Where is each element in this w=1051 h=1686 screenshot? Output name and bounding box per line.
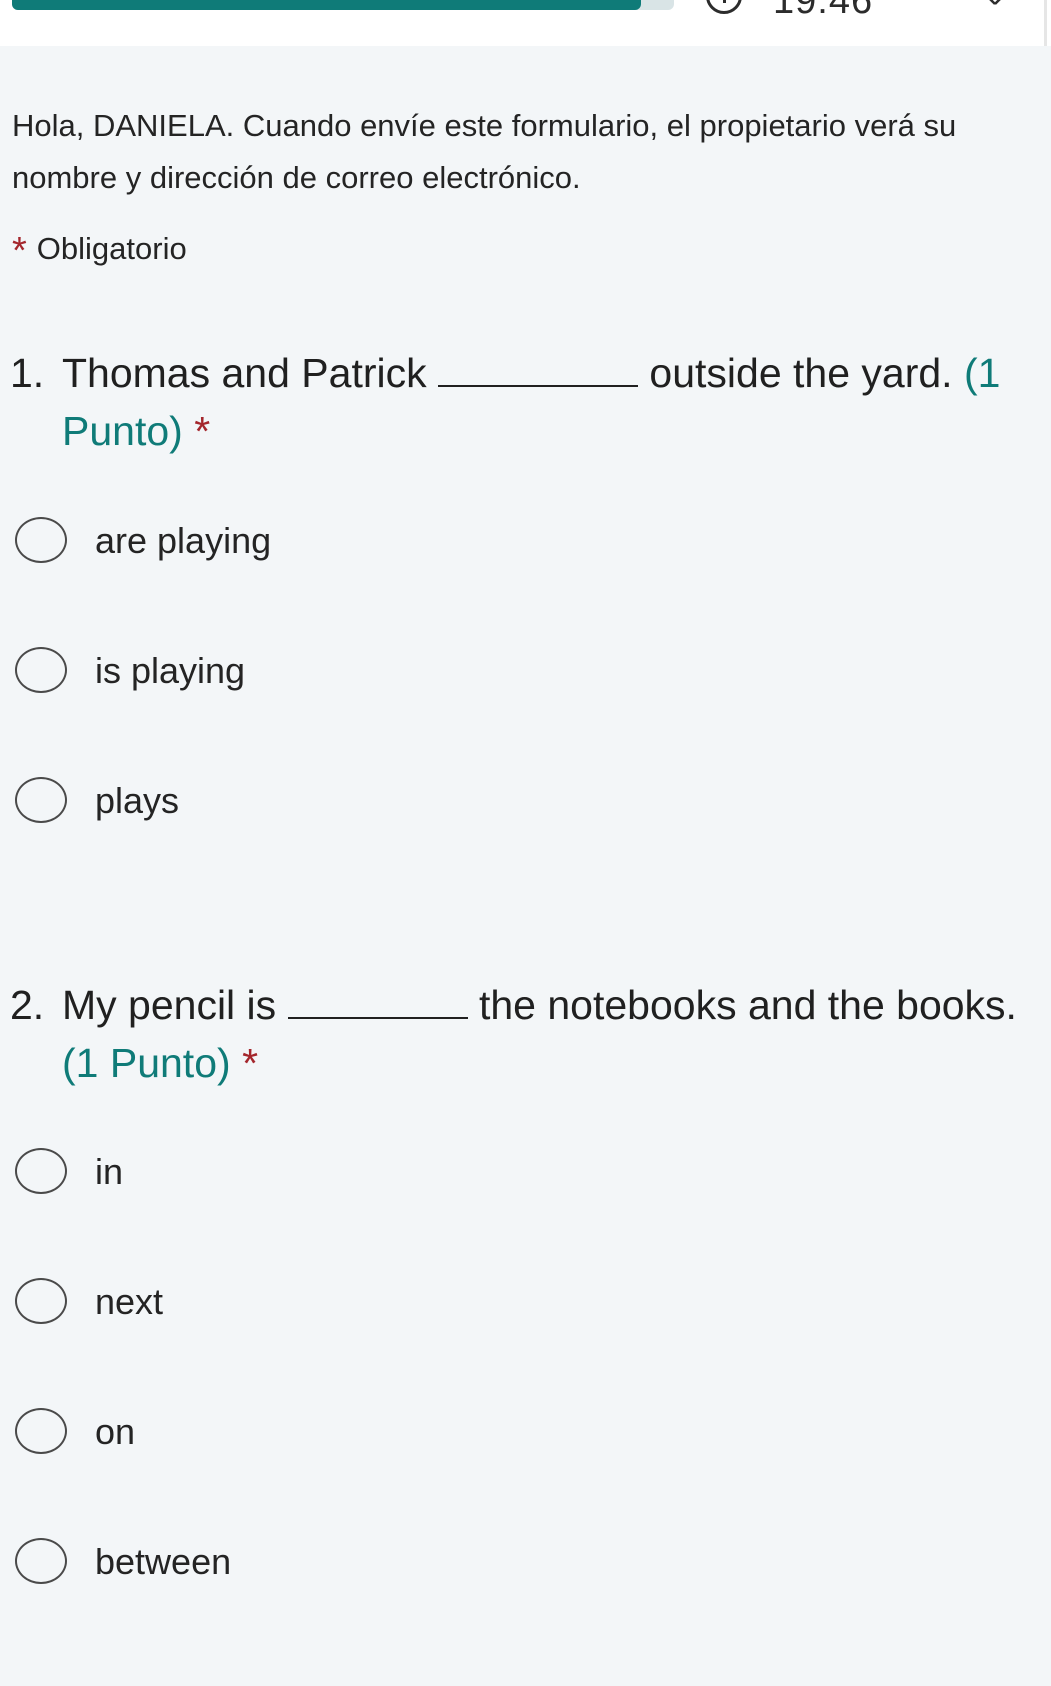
form-intro: Hola, DANIELA. Cuando envíe este formula…	[12, 108, 957, 195]
answer-blank	[287, 977, 468, 1019]
option-is-playing[interactable]: is playing	[15, 645, 915, 697]
option-between[interactable]: between	[15, 1536, 915, 1588]
option-plays[interactable]: plays	[15, 775, 915, 827]
question-text-before: My pencil is	[62, 982, 277, 1028]
option-label: are playing	[95, 520, 272, 561]
question-text: Thomas and Patrick outside the yard. (1 …	[62, 344, 1030, 460]
radio-unselected-icon[interactable]	[15, 1538, 67, 1584]
question-number: 2.	[10, 982, 45, 1028]
radio-unselected-icon[interactable]	[15, 647, 67, 693]
option-are-playing[interactable]: are playing	[15, 515, 915, 567]
answer-blank	[438, 345, 639, 387]
required-note: * Obligatorio	[12, 226, 187, 272]
question-text-before: Thomas and Patrick	[62, 350, 427, 396]
question-number: 1.	[10, 350, 45, 396]
radio-unselected-icon[interactable]	[15, 1408, 67, 1454]
top-bar: 19:46	[0, 0, 1051, 46]
scroll-edge	[1044, 0, 1047, 46]
question-1: 1. Thomas and Patrick outside the yard. …	[10, 344, 1030, 460]
option-label: plays	[95, 780, 180, 821]
question-required-star: *	[242, 1040, 259, 1086]
radio-unselected-icon[interactable]	[15, 517, 67, 563]
option-label: on	[95, 1411, 136, 1452]
radio-unselected-icon[interactable]	[15, 1148, 67, 1194]
required-label: Obligatorio	[36, 231, 187, 266]
progress-bar	[12, 0, 674, 10]
option-label: next	[95, 1281, 164, 1322]
option-on[interactable]: on	[15, 1406, 915, 1458]
option-in[interactable]: in	[15, 1146, 915, 1198]
radio-unselected-icon[interactable]	[15, 777, 67, 823]
question-points: (1 Punto)	[62, 1040, 231, 1086]
option-label: between	[95, 1541, 232, 1582]
close-icon[interactable]	[975, 0, 1015, 14]
question-text: My pencil is the notebooks and the books…	[62, 976, 1030, 1092]
question-text-after: the notebooks and the books.	[478, 982, 1017, 1028]
option-label: is playing	[95, 650, 246, 691]
timer-value: 19:46	[773, 0, 874, 22]
question-text-after: outside the yard.	[649, 350, 953, 396]
timer-icon	[706, 0, 742, 14]
question-required-star: *	[194, 408, 211, 454]
question-2: 2. My pencil is the notebooks and the bo…	[10, 976, 1030, 1092]
progress-bar-fill	[12, 0, 641, 10]
required-star: *	[12, 230, 27, 272]
option-next[interactable]: next	[15, 1276, 915, 1328]
radio-unselected-icon[interactable]	[15, 1278, 67, 1324]
option-label: in	[95, 1151, 124, 1192]
